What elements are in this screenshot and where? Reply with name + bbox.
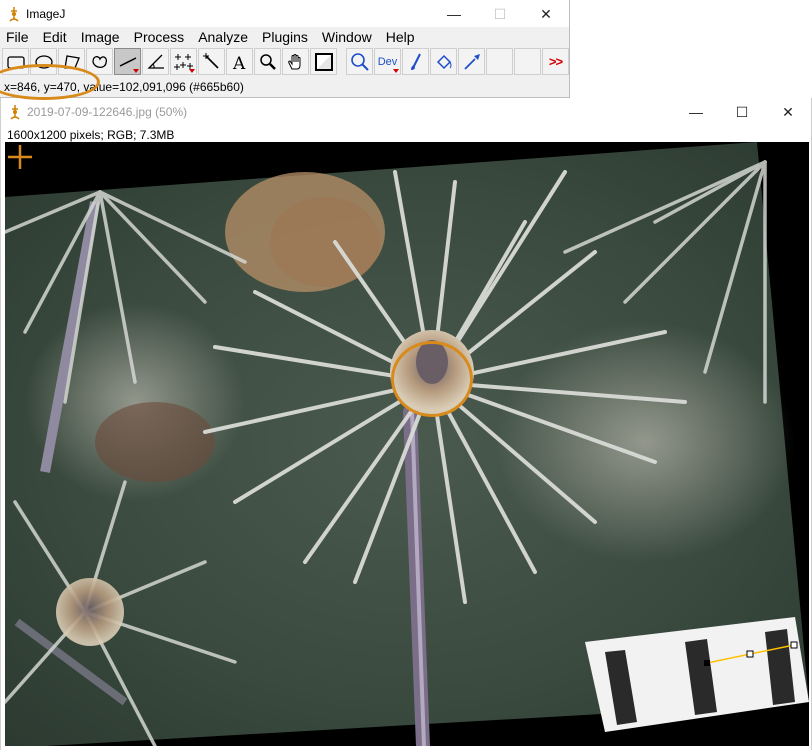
- main-titlebar: ImageJ — ☐ ✕: [0, 0, 569, 28]
- empty-slot-1: [486, 48, 513, 75]
- menu-plugins[interactable]: Plugins: [255, 27, 315, 47]
- hand-tool[interactable]: [282, 48, 309, 75]
- image-info-text: 1600x1200 pixels; RGB; 7.3MB: [7, 128, 175, 142]
- pipette-icon: [463, 53, 480, 70]
- oval-tool[interactable]: [30, 48, 57, 75]
- image-close-button[interactable]: ✕: [765, 98, 811, 126]
- rectangle-icon: [6, 55, 25, 69]
- menu-bar: File Edit Image Process Analyze Plugins …: [0, 27, 569, 47]
- wand-icon: [202, 52, 219, 69]
- point-tool[interactable]: [170, 48, 197, 75]
- menu-help[interactable]: Help: [379, 27, 422, 47]
- status-bar: x=846, y=470, value=102,091,096 (#665b60…: [0, 78, 569, 96]
- polygon-tool[interactable]: [58, 48, 85, 75]
- maximize-button[interactable]: ☐: [477, 0, 523, 28]
- flood-fill-tool[interactable]: [430, 48, 457, 75]
- developer-menu[interactable]: Dev: [374, 48, 401, 75]
- imagej-main-window: ImageJ — ☐ ✕ File Edit Image Process Ana…: [0, 0, 570, 98]
- status-text: x=846, y=470, value=102,091,096 (#665b60…: [4, 80, 244, 94]
- minimize-button[interactable]: —: [431, 0, 477, 28]
- dropdown-indicator: [189, 69, 195, 73]
- image-window-title: 2019-07-09-122646.jpg (50%): [27, 105, 188, 119]
- rectangle-tool[interactable]: [2, 48, 29, 75]
- menu-process[interactable]: Process: [127, 27, 192, 47]
- brush-icon: [410, 53, 421, 70]
- more-tools-icon: >>: [548, 54, 563, 69]
- color-picker-tool[interactable]: [310, 48, 337, 75]
- dropdown-indicator: [393, 69, 399, 73]
- angle-icon: [146, 54, 164, 69]
- tool-bar: A Dev >>: [2, 48, 570, 76]
- brush-tool[interactable]: [402, 48, 429, 75]
- dropdown-indicator: [133, 69, 139, 73]
- image-canvas[interactable]: [5, 142, 809, 746]
- pick-tool[interactable]: [458, 48, 485, 75]
- image-minimize-button[interactable]: —: [673, 98, 719, 126]
- text-tool[interactable]: A: [226, 48, 253, 75]
- menu-file[interactable]: File: [0, 27, 36, 47]
- empty-slot-2: [514, 48, 541, 75]
- image-maximize-button[interactable]: ☐: [719, 98, 765, 126]
- hand-icon: [287, 53, 300, 69]
- menu-window[interactable]: Window: [315, 27, 379, 47]
- freehand-icon: [91, 55, 107, 68]
- imagej-app-icon: [9, 7, 19, 22]
- freehand-tool[interactable]: [86, 48, 113, 75]
- menu-edit[interactable]: Edit: [36, 27, 74, 47]
- zoom-search-icon: [350, 52, 369, 71]
- dev-icon: Dev: [377, 55, 398, 68]
- text-icon: A: [232, 54, 246, 72]
- image-window: 2019-07-09-122646.jpg (50%) — ☐ ✕ 1600x1…: [0, 98, 812, 750]
- menu-image[interactable]: Image: [74, 27, 127, 47]
- line-tool[interactable]: [114, 48, 141, 75]
- image-titlebar: 2019-07-09-122646.jpg (50%) — ☐ ✕: [1, 98, 811, 126]
- magnifier-icon: [259, 53, 276, 70]
- angle-tool[interactable]: [142, 48, 169, 75]
- magnifier-tool[interactable]: [254, 48, 281, 75]
- oval-icon: [34, 54, 53, 69]
- imagej-app-icon: [10, 105, 20, 120]
- main-window-title: ImageJ: [26, 7, 66, 21]
- close-button[interactable]: ✕: [523, 0, 569, 28]
- menu-analyze[interactable]: Analyze: [191, 27, 255, 47]
- zoom-tool[interactable]: [346, 48, 373, 75]
- polygon-icon: [63, 54, 80, 69]
- more-tools[interactable]: >>: [542, 48, 569, 75]
- wand-tool[interactable]: [198, 48, 225, 75]
- flood-fill-icon: [436, 54, 451, 69]
- svg-text:A: A: [232, 54, 246, 72]
- cactus-photo: [5, 142, 809, 746]
- color-picker-icon: [314, 52, 333, 71]
